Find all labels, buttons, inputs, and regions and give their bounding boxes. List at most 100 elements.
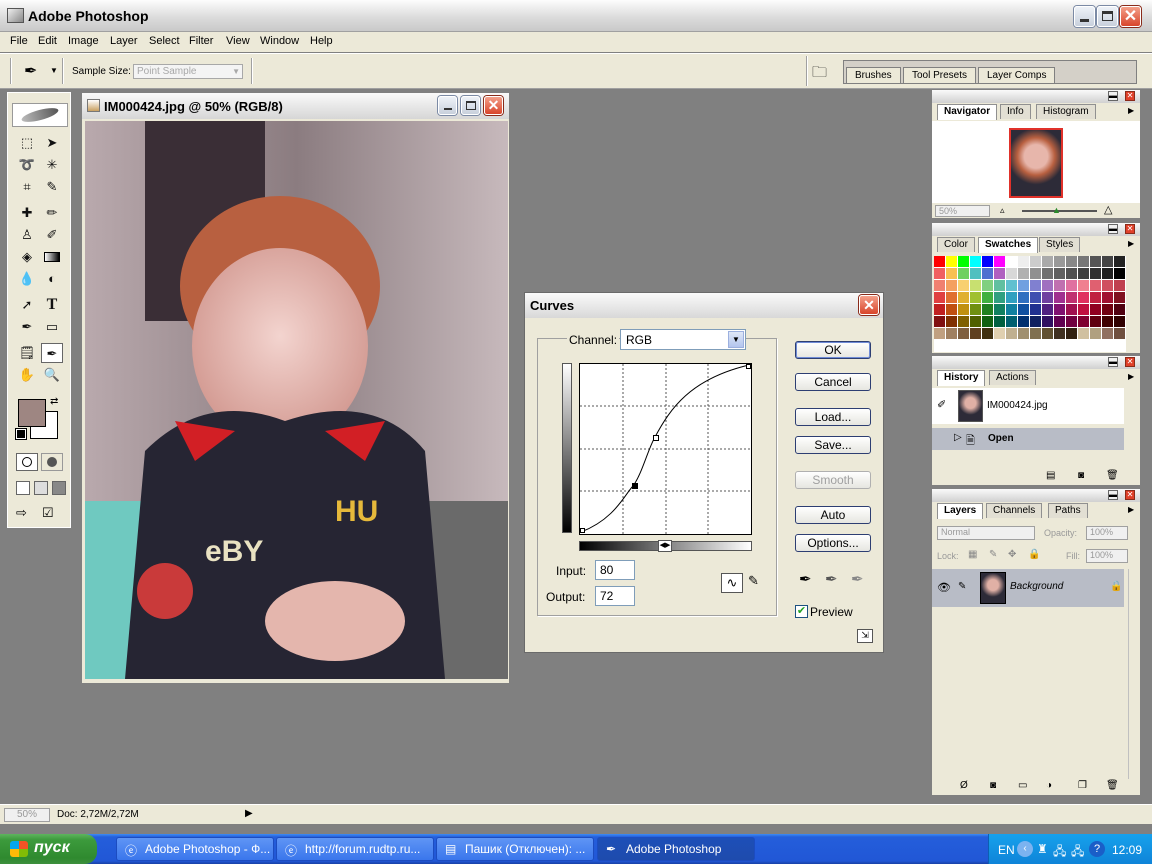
- menu-layer[interactable]: Layer: [110, 35, 138, 47]
- history-brush-tool-icon[interactable]: ✐: [41, 225, 63, 245]
- color-swatch[interactable]: [1030, 304, 1041, 315]
- tab-color[interactable]: Color: [937, 237, 975, 252]
- color-swatch[interactable]: [958, 268, 969, 279]
- color-swatch[interactable]: [958, 316, 969, 327]
- close-button[interactable]: ✕: [1120, 6, 1141, 27]
- curves-titlebar[interactable]: Curves ✕: [525, 293, 883, 318]
- gradient-tool-icon[interactable]: [41, 247, 63, 267]
- tray-app-icon[interactable]: ♜: [1037, 842, 1048, 856]
- color-swatch[interactable]: [970, 316, 981, 327]
- color-swatch[interactable]: [1078, 316, 1089, 327]
- color-swatch[interactable]: [970, 256, 981, 267]
- new-snapshot-icon[interactable]: ◙: [1078, 470, 1084, 481]
- color-swatch[interactable]: [958, 280, 969, 291]
- color-swatch[interactable]: [982, 316, 993, 327]
- color-swatch[interactable]: [1066, 328, 1077, 339]
- black-eyedropper-icon[interactable]: ✒: [799, 570, 812, 588]
- feather-logo[interactable]: [12, 103, 68, 127]
- channel-select[interactable]: RGB ▼: [620, 329, 746, 350]
- color-swatch[interactable]: [1078, 268, 1089, 279]
- imageready-icon[interactable]: ☑: [42, 505, 64, 523]
- taskbar-item-photoshop-forum[interactable]: ⓔ Adobe Photoshop - Ф...: [116, 837, 274, 861]
- color-swatch[interactable]: [946, 280, 957, 291]
- navigator-thumbnail[interactable]: [1009, 128, 1063, 198]
- color-swatch[interactable]: [946, 304, 957, 315]
- taskbar-item-rudtp-forum[interactable]: ⓔ http://forum.rudtp.ru...: [276, 837, 434, 861]
- taskbar-item-chat[interactable]: ▤ Пашик (Отключен): ...: [436, 837, 594, 861]
- panel-minimize-icon[interactable]: ▬: [1108, 357, 1118, 367]
- color-swatch[interactable]: [1090, 328, 1101, 339]
- color-swatch[interactable]: [1018, 280, 1029, 291]
- notes-tool-icon[interactable]: 🗒: [16, 343, 38, 363]
- color-swatch[interactable]: [982, 304, 993, 315]
- color-swatch[interactable]: [1006, 280, 1017, 291]
- color-swatch[interactable]: [1066, 280, 1077, 291]
- curve-point-white[interactable]: [746, 364, 751, 369]
- color-swatch[interactable]: [1090, 256, 1101, 267]
- tab-info[interactable]: Info: [1000, 104, 1031, 119]
- menu-file[interactable]: File: [10, 35, 28, 47]
- color-swatch[interactable]: [1054, 316, 1065, 327]
- color-swatch[interactable]: [1030, 292, 1041, 303]
- color-swatch[interactable]: [1042, 292, 1053, 303]
- color-swatch[interactable]: [1054, 328, 1065, 339]
- trash-icon[interactable]: 🗑: [1106, 780, 1119, 791]
- color-swatch[interactable]: [1006, 328, 1017, 339]
- color-swatch[interactable]: [994, 292, 1005, 303]
- tab-histogram[interactable]: Histogram: [1036, 104, 1096, 119]
- input-field[interactable]: 80: [595, 560, 635, 580]
- color-swatch[interactable]: [1114, 328, 1125, 339]
- color-swatch[interactable]: [1078, 256, 1089, 267]
- layers-scrollbar[interactable]: [1128, 569, 1140, 779]
- default-colors-icon[interactable]: [15, 428, 27, 440]
- eyedropper-tool-icon-active[interactable]: ✒: [41, 343, 63, 363]
- tab-navigator[interactable]: Navigator: [937, 104, 998, 120]
- color-swatch[interactable]: [1090, 280, 1101, 291]
- color-swatch[interactable]: [1066, 256, 1077, 267]
- tray-expand-icon[interactable]: ‹: [1017, 841, 1033, 857]
- status-menu-arrow-icon[interactable]: ▶: [245, 808, 253, 819]
- color-swatch[interactable]: [1054, 256, 1065, 267]
- color-swatch[interactable]: [1102, 280, 1113, 291]
- tab-swatches[interactable]: Swatches: [978, 237, 1039, 253]
- color-swatch[interactable]: [1066, 316, 1077, 327]
- zoom-out-icon[interactable]: ▵: [1000, 205, 1005, 216]
- color-swatch[interactable]: [934, 304, 945, 315]
- color-swatch[interactable]: [1042, 256, 1053, 267]
- color-swatch[interactable]: [1114, 292, 1125, 303]
- color-swatch[interactable]: [934, 316, 945, 327]
- color-swatch[interactable]: [970, 280, 981, 291]
- history-snapshot-row[interactable]: ✐ IM000424.jpg: [932, 388, 1124, 424]
- color-swatch[interactable]: [994, 268, 1005, 279]
- menu-image[interactable]: Image: [68, 35, 99, 47]
- tab-layers[interactable]: Layers: [937, 503, 984, 519]
- panel-close-icon[interactable]: ✕: [1125, 490, 1135, 500]
- curve-point-black[interactable]: [580, 528, 585, 533]
- color-swatch[interactable]: [934, 256, 945, 267]
- output-field[interactable]: 72: [595, 586, 635, 606]
- taskbar-item-photoshop[interactable]: ✒ Adobe Photoshop: [597, 837, 755, 861]
- help-icon[interactable]: ?: [1089, 841, 1105, 857]
- doc-minimize-button[interactable]: [438, 96, 457, 115]
- swap-colors-icon[interactable]: ⇄: [50, 396, 58, 407]
- color-swatch[interactable]: [1090, 316, 1101, 327]
- color-swatch[interactable]: [1102, 292, 1113, 303]
- color-swatch[interactable]: [934, 268, 945, 279]
- fill-field[interactable]: 100%: [1086, 549, 1128, 563]
- zoom-slider[interactable]: ▲: [1022, 205, 1097, 215]
- menu-select[interactable]: Select: [149, 35, 180, 47]
- color-swatch[interactable]: [1090, 304, 1101, 315]
- eraser-tool-icon[interactable]: ◈: [16, 247, 38, 267]
- doc-maximize-button[interactable]: [461, 96, 480, 115]
- preview-checkbox[interactable]: ✔: [795, 605, 808, 618]
- color-swatch[interactable]: [1102, 328, 1113, 339]
- curve-point[interactable]: [653, 435, 659, 441]
- color-swatch[interactable]: [1054, 280, 1065, 291]
- color-swatch[interactable]: [1018, 256, 1029, 267]
- new-group-icon[interactable]: ▭: [1018, 780, 1027, 791]
- color-swatch[interactable]: [1054, 268, 1065, 279]
- panel-close-icon[interactable]: ✕: [1125, 357, 1135, 367]
- crop-tool-icon[interactable]: ⌗: [16, 177, 38, 197]
- color-swatch[interactable]: [1030, 328, 1041, 339]
- foreground-color-swatch[interactable]: [18, 399, 46, 427]
